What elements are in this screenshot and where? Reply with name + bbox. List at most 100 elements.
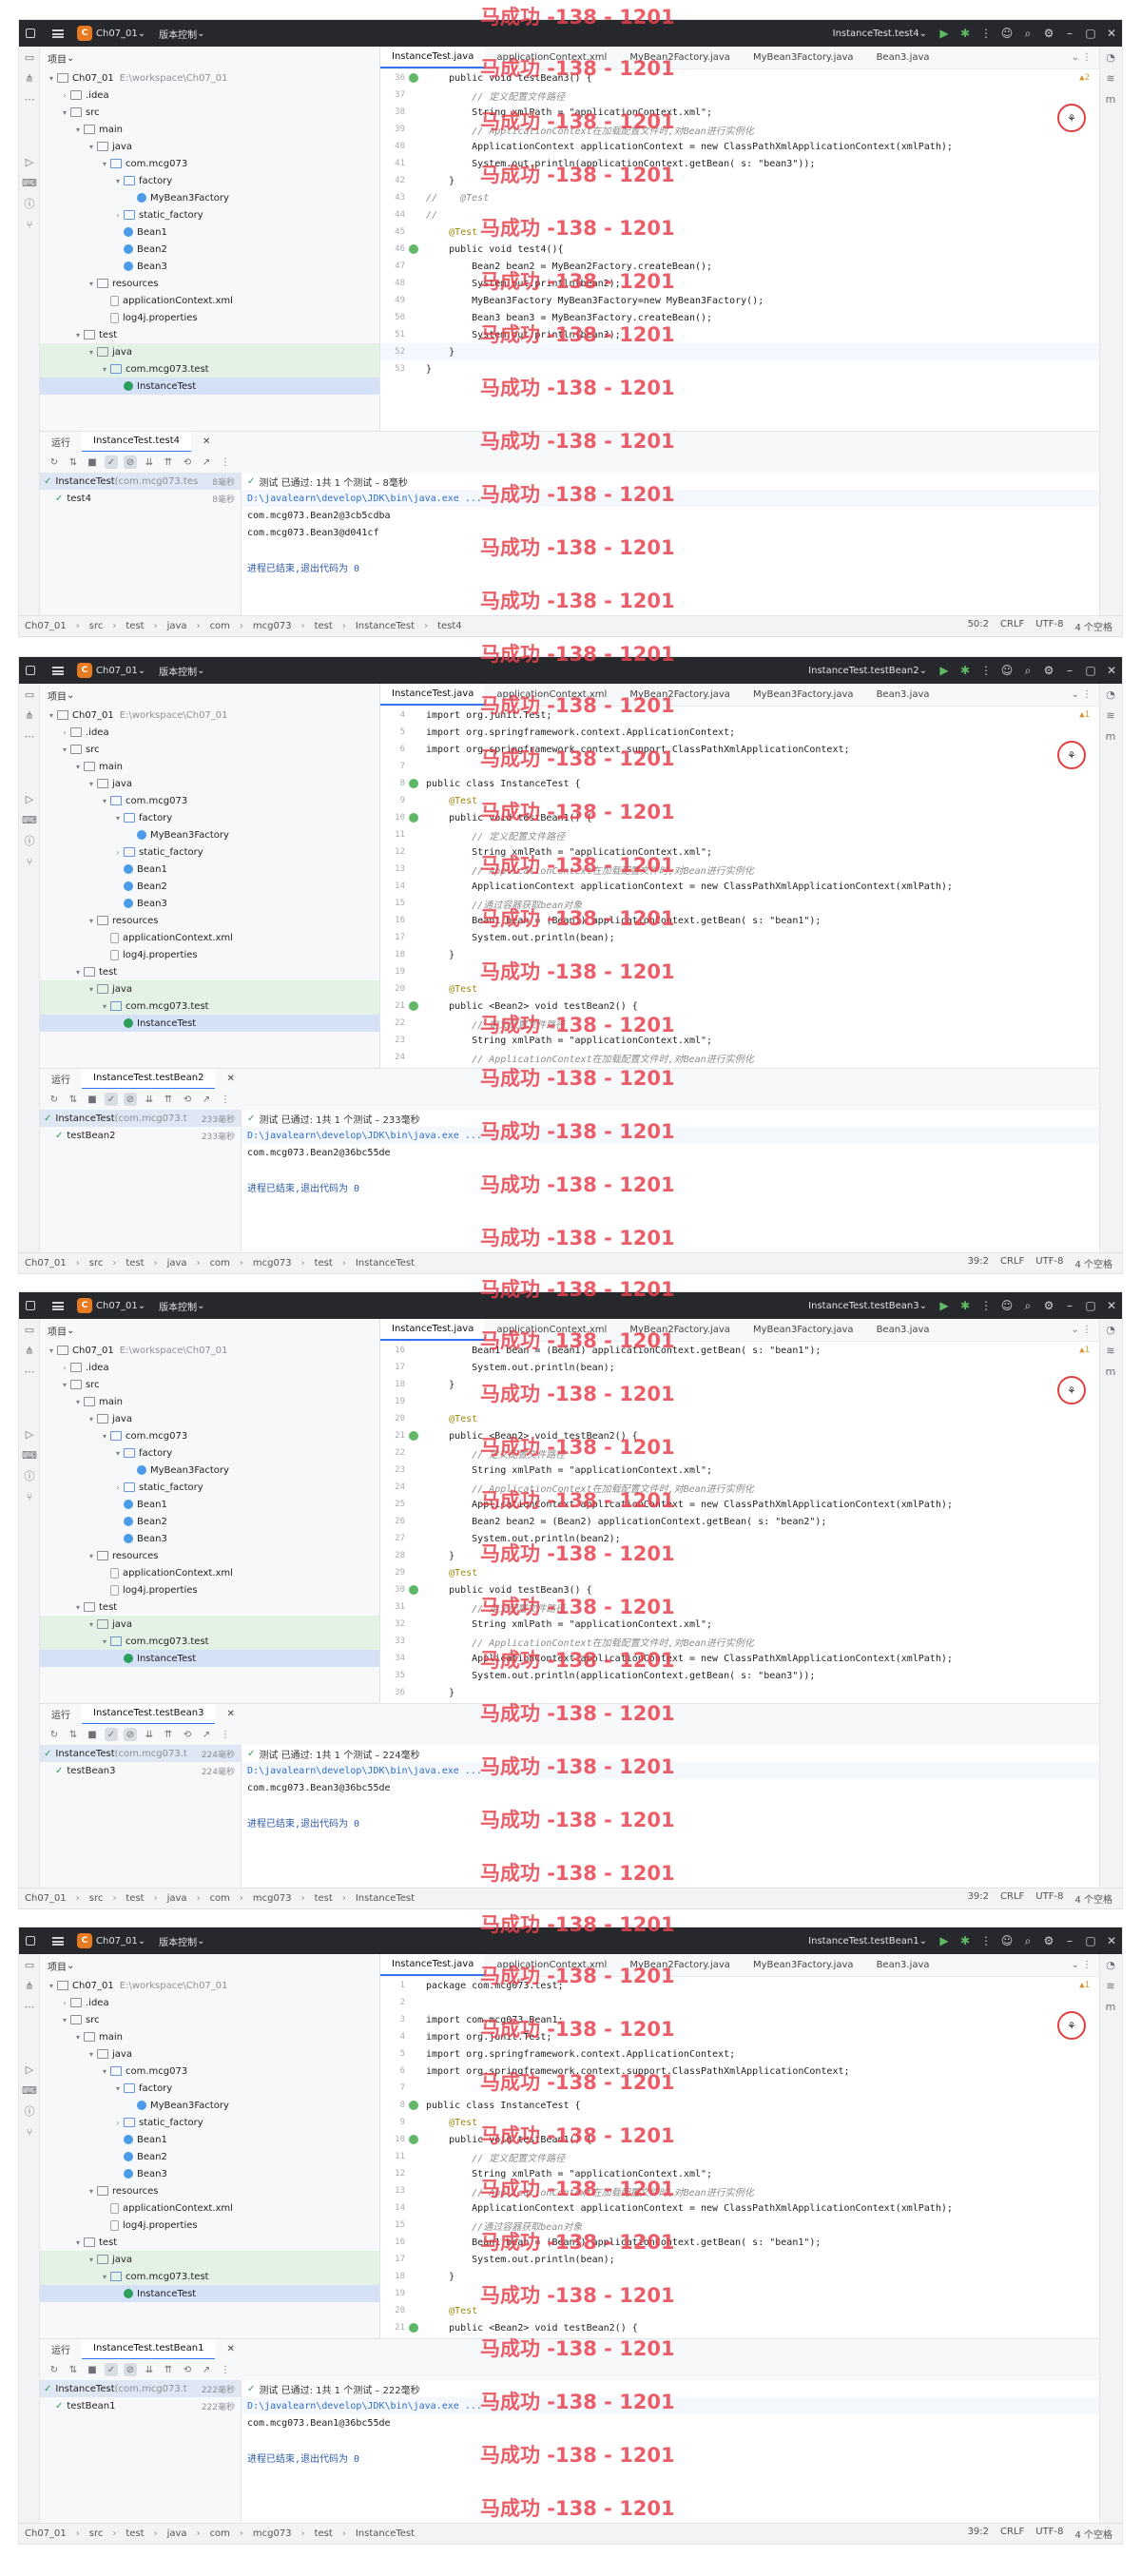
warning-counter[interactable]: ▲1 [1079, 710, 1090, 720]
run-gutter-icon[interactable] [409, 1431, 418, 1441]
chevron-icon[interactable]: ▾ [59, 108, 70, 117]
add-user-icon[interactable]: ☺ [996, 1930, 1017, 1951]
breadcrumb-item[interactable]: src [89, 2528, 104, 2539]
rerun-icon[interactable]: ↻ [48, 455, 61, 469]
tree-item[interactable]: ▾ src [40, 741, 379, 758]
chevron-icon[interactable]: ▾ [86, 143, 97, 151]
sort-duration-icon[interactable]: ⇈ [162, 455, 175, 469]
vcs-menu[interactable]: 版本控制 ⌄ [152, 657, 211, 684]
editor-tab[interactable]: MyBean3Factory.java [742, 684, 865, 706]
run-gutter-icon[interactable] [409, 1001, 418, 1011]
status-item[interactable]: 4 个空格 [1074, 1891, 1112, 1906]
more-icon[interactable]: ⋮ [219, 2363, 232, 2376]
tree-item[interactable]: ▾ src [40, 2011, 379, 2028]
rerun-failed-icon[interactable]: ⇅ [67, 455, 80, 469]
warning-counter[interactable]: ▲2 [1079, 73, 1090, 83]
problems-icon[interactable]: ⓘ [19, 1465, 40, 1486]
tree-item[interactable]: MyBean3Factory [40, 189, 379, 206]
chevron-icon[interactable]: ▾ [86, 2050, 97, 2059]
minimize-icon[interactable]: – [1059, 1295, 1080, 1316]
breadcrumb-item[interactable]: com [210, 2528, 230, 2539]
notifications-icon[interactable]: ◔ [1100, 1319, 1121, 1340]
tree-item[interactable]: › .idea [40, 87, 379, 104]
test-result-row[interactable]: ✓ testBean3 224毫秒 [40, 1762, 241, 1779]
add-user-icon[interactable]: ☺ [996, 1295, 1017, 1316]
test-result-row[interactable]: ✓ InstanceTest (com.mcg073.t 224毫秒 [40, 1745, 241, 1762]
tree-item[interactable]: ▾ test [40, 1598, 379, 1616]
show-ignored-icon[interactable]: ⊘ [124, 1093, 137, 1106]
test-result-row[interactable]: ✓ InstanceTest (com.mcg073.t 233毫秒 [40, 1110, 241, 1127]
tree-item[interactable]: ▾ java [40, 343, 379, 360]
rerun-icon[interactable]: ↻ [48, 1728, 61, 1741]
run-gutter-icon[interactable] [409, 73, 418, 83]
tree-item[interactable]: ▾ java [40, 2251, 379, 2268]
database-icon[interactable]: ≋ [1100, 1340, 1121, 1361]
chevron-icon[interactable]: ▾ [86, 1415, 97, 1424]
editor-tab[interactable]: MyBean2Factory.java [618, 1954, 742, 1976]
tree-item[interactable]: Bean2 [40, 878, 379, 895]
show-ignored-icon[interactable]: ⊘ [124, 1728, 137, 1741]
git-icon[interactable]: ⑂ [19, 851, 40, 872]
terminal-icon[interactable]: ⌨ [19, 1444, 40, 1465]
project-switcher[interactable]: C Ch07_01 ⌄ [70, 1927, 152, 1954]
tree-item[interactable]: ▾ java [40, 2045, 379, 2063]
project-switcher[interactable]: C Ch07_01 ⌄ [70, 1292, 152, 1319]
run-tool-icon[interactable]: ▷ [19, 788, 40, 809]
notifications-icon[interactable]: ◔ [1100, 684, 1121, 705]
editor-tab[interactable]: Bean3.java [865, 1954, 941, 1976]
editor-tab[interactable]: applicationContext.xml [485, 684, 618, 706]
show-passed-icon[interactable]: ✓ [105, 1093, 118, 1106]
chevron-icon[interactable]: ▾ [99, 1002, 110, 1011]
tree-item[interactable]: › .idea [40, 1359, 379, 1376]
run-icon[interactable]: ▶ [934, 1295, 955, 1316]
breadcrumb-item[interactable]: src [89, 1258, 104, 1269]
tree-item[interactable]: ▾ com.mcg073.test [40, 2268, 379, 2285]
add-user-icon[interactable]: ☺ [996, 660, 1017, 681]
search-icon[interactable]: ⌕ [1017, 1930, 1038, 1951]
chevron-icon[interactable]: ▾ [59, 746, 70, 754]
tree-item[interactable]: applicationContext.xml [40, 1564, 379, 1581]
run-config-selector[interactable]: InstanceTest.testBean3 ⌄ [802, 1292, 934, 1319]
code-area[interactable]: ▲1 ⚘ 4 import org.junit.Test; 5 import org.sp… [380, 707, 1099, 1066]
terminal-icon[interactable]: ⌨ [19, 809, 40, 830]
run-gutter-icon[interactable] [409, 779, 418, 788]
test-result-row[interactable]: ✓ testBean1 222毫秒 [40, 2397, 241, 2414]
export-icon[interactable]: ↗ [200, 1728, 213, 1741]
editor-tab[interactable]: InstanceTest.java [380, 47, 486, 68]
window-menu-button[interactable] [19, 20, 46, 47]
tree-item[interactable]: ▾ resources [40, 1547, 379, 1564]
status-item[interactable]: 39:2 [968, 2527, 989, 2541]
show-ignored-icon[interactable]: ⊘ [124, 455, 137, 469]
chevron-icon[interactable]: ▾ [86, 2256, 97, 2264]
run-gutter-icon[interactable] [409, 813, 418, 823]
close-icon[interactable]: ✕ [215, 1704, 245, 1725]
tree-item[interactable]: ▾ factory [40, 172, 379, 189]
test-result-row[interactable]: ✓ test4 8毫秒 [40, 490, 241, 507]
debug-icon[interactable]: ✱ [955, 1930, 976, 1951]
sort-icon[interactable]: ⇊ [143, 2363, 156, 2376]
close-icon[interactable]: ✕ [1101, 660, 1122, 681]
tree-item[interactable]: log4j.properties [40, 309, 379, 326]
run-gutter-icon[interactable] [409, 2101, 418, 2110]
chevron-icon[interactable]: › [112, 211, 124, 220]
tree-item[interactable]: applicationContext.xml [40, 929, 379, 946]
tree-item[interactable]: ▾ com.mcg073.test [40, 1633, 379, 1650]
more-actions-icon[interactable]: ⋮ [976, 1930, 996, 1951]
run-config-selector[interactable]: InstanceTest.testBean2 ⌄ [802, 657, 934, 684]
run-gutter-icon[interactable] [409, 244, 418, 254]
breadcrumb-item[interactable]: test [126, 2528, 144, 2539]
tree-item[interactable]: ▾ com.mcg073 [40, 792, 379, 809]
tree-item[interactable]: ▾ test [40, 2234, 379, 2251]
more-actions-icon[interactable]: ⋮ [976, 660, 996, 681]
breadcrumb-item[interactable]: java [167, 2528, 187, 2539]
main-menu-button[interactable] [46, 657, 70, 684]
minimize-icon[interactable]: – [1059, 660, 1080, 681]
tree-item[interactable]: log4j.properties [40, 946, 379, 963]
chevron-icon[interactable]: ▾ [72, 126, 84, 134]
tree-item[interactable]: Bean3 [40, 1530, 379, 1547]
chevron-icon[interactable]: ▾ [72, 1398, 84, 1406]
tree-item[interactable]: ▾ Ch07_01 E:\workspace\Ch07_01 [40, 1342, 379, 1359]
gear-icon[interactable]: ⚙ [1038, 1930, 1059, 1951]
warning-counter[interactable]: ▲1 [1079, 1346, 1090, 1355]
breadcrumb-item[interactable]: src [89, 1893, 104, 1904]
